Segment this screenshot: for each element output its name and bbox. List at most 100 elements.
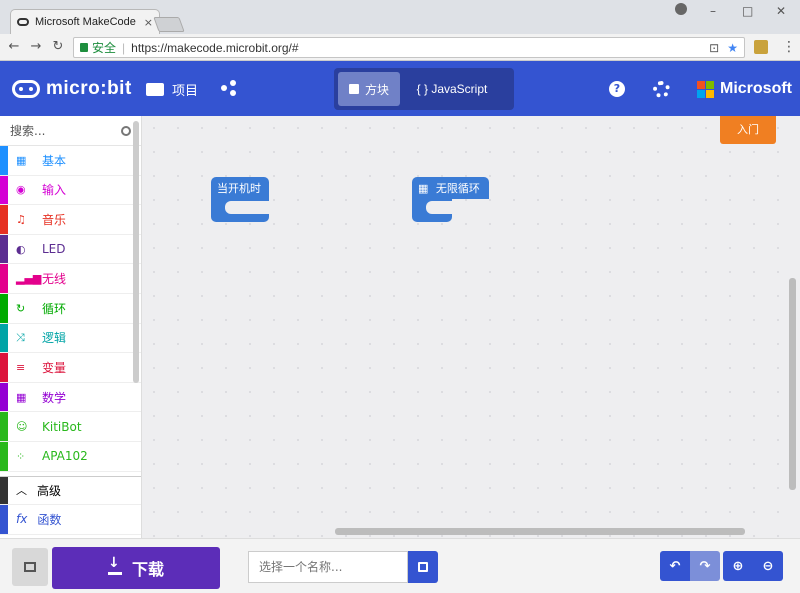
redo-button[interactable]: ↷ [690,551,720,581]
projects-button[interactable]: 项目 [146,80,198,99]
download-button[interactable]: 下载 [52,547,220,589]
address-bar[interactable]: 安全 | https://makecode.microbit.org/# ⊡ ★ [73,37,745,58]
toolbox-category-3[interactable]: ◐ LED [0,234,141,265]
robot-icon: ☺ [16,420,28,434]
microbit-logo[interactable]: micro:bit [12,78,132,100]
toolbox-category-label: LED [42,242,66,257]
dots-icon: ⁘ [16,449,26,463]
toolbox-category-label: 逻辑 [42,331,67,346]
new-tab-button[interactable] [153,17,185,32]
blocks-label: 方块 [364,82,389,97]
microbit-logo-icon [12,80,40,98]
toolbox: 搜索... ▦ 基本 ◉ 输入 ♫ 音乐 ◐ LED ▂▄▆ 无线 ↻ 循环 ⤨ 逻辑 ≡ 变量 ▦ 数学 ☺ Kit… [0,116,142,538]
zoom-in-button[interactable]: ⊕ [723,551,753,581]
bookmark-star-icon[interactable]: ★ [727,41,738,55]
forever-label: 无限循环 [435,182,480,195]
secure-label: 安全 [92,41,117,55]
url-text[interactable]: https://makecode.microbit.org/# [131,41,298,55]
list-icon: ≡ [16,360,26,374]
help-icon[interactable]: ? [609,81,625,97]
workspace-horizontal-scrollbar[interactable] [335,528,745,535]
tab-title: Microsoft MakeCode fo [35,16,138,28]
on-start-block-body[interactable] [211,195,269,222]
on-start-label: 当开机时 [217,182,261,195]
intro-button[interactable]: 入门 [720,116,776,144]
shuffle-icon: ⤨ [16,330,25,344]
translate-icon[interactable]: ⊡ [709,41,719,55]
maximize-button[interactable]: □ [742,4,753,18]
toolbox-category-label: KitiBot [42,419,82,434]
toolbox-scrollbar[interactable] [133,121,139,383]
undo-icon: ↶ [669,558,681,574]
toolbox-category-label: 基本 [42,153,67,168]
extension-icon[interactable] [754,40,768,54]
blocks-workspace[interactable]: 入门 当开机时 ▦ 无限循环 [142,116,800,538]
toolbox-category-5[interactable]: ↻ 循环 [0,293,141,324]
browser-toolbar: ← → ↻ 安全 | https://makecode.microbit.org… [0,34,800,61]
microsoft-squares-icon [697,80,714,98]
toolbox-category-4[interactable]: ▂▄▆ 无线 [0,264,141,294]
search-input[interactable]: 搜索... [10,122,45,139]
projects-label: 项目 [172,84,199,99]
headphones-icon: ♫ [16,212,26,226]
logo-text: micro:bit [46,78,132,99]
workspace-vertical-scrollbar[interactable] [789,278,796,490]
toolbox-category-2[interactable]: ♫ 音乐 [0,205,141,235]
toolbox-functions[interactable]: fx 函数 [0,505,141,535]
refresh-icon: ↻ [16,301,26,315]
toolbox-category-9[interactable]: ☺ KitiBot [0,412,141,442]
toggle-icon: ◐ [16,242,26,256]
project-name-input[interactable] [248,551,408,583]
toolbox-category-7[interactable]: ≡ 变量 [0,353,141,383]
toolbox-category-label: 输入 [42,183,67,198]
toolbox-category-label: 音乐 [42,212,67,227]
share-button[interactable] [221,80,237,96]
toolbox-category-8[interactable]: ▦ 数学 [0,382,141,413]
address-actions: ⊡ ★ [709,41,738,55]
simulator-toggle-button[interactable] [12,548,48,586]
toolbox-search[interactable]: 搜索... [0,116,141,146]
toolbox-category-6[interactable]: ⤨ 逻辑 [0,323,141,354]
toolbox-category-label: 变量 [42,360,67,375]
url-separator: | [122,40,126,55]
gear-icon[interactable] [653,81,670,98]
javascript-label: { } JavaScript [416,82,488,96]
forever-block-body[interactable] [412,195,452,222]
toolbox-category-label: 数学 [42,390,67,405]
undo-button[interactable]: ↶ [660,551,690,581]
save-button[interactable] [408,551,438,583]
calculator-icon: ▦ [16,390,27,404]
chevron-up-icon: ︿ [16,484,27,498]
zoom-out-button[interactable]: ⊖ [753,551,783,581]
play-icon [24,562,36,572]
toolbox-advanced[interactable]: ︿ 高级 [0,475,141,506]
tab-close-icon[interactable]: × [144,16,153,29]
microsoft-text: Microsoft [720,80,792,97]
toolbox-category-label: 无线 [42,272,67,287]
toolbox-category-0[interactable]: ▦ 基本 [0,146,141,176]
minus-icon: ⊖ [762,558,774,574]
grid-icon: ▦ [418,182,429,195]
makecode-header: micro:bit 项目 方块 { } JavaScript ? Microso… [0,61,800,116]
browser-tab[interactable]: Microsoft MakeCode fo × [10,9,160,34]
plus-icon: ⊕ [732,558,744,574]
toolbox-category-label: APA102 [42,449,88,464]
download-label: 下载 [131,560,164,579]
profile-icon[interactable] [675,3,687,15]
reload-icon[interactable]: ↻ [50,39,66,54]
microbit-favicon-icon [17,18,29,26]
chrome-menu-icon[interactable]: ⋮ [782,39,796,55]
toolbox-category-1[interactable]: ◉ 输入 [0,175,141,206]
functions-label: 函数 [37,512,62,527]
microsoft-logo[interactable]: Microsoft [697,80,792,98]
toolbox-category-label: 循环 [42,301,67,316]
minimize-button[interactable]: – [710,4,716,18]
target-icon: ◉ [16,183,26,197]
javascript-tab[interactable]: { } JavaScript [400,72,504,106]
blocks-tab[interactable]: 方块 [338,72,400,106]
back-icon[interactable]: ← [6,39,22,54]
toolbox-category-10[interactable]: ⁘ APA102 [0,441,141,472]
forward-icon[interactable]: → [28,39,44,54]
forever-slot [426,201,452,214]
close-window-button[interactable]: ✕ [776,4,786,18]
